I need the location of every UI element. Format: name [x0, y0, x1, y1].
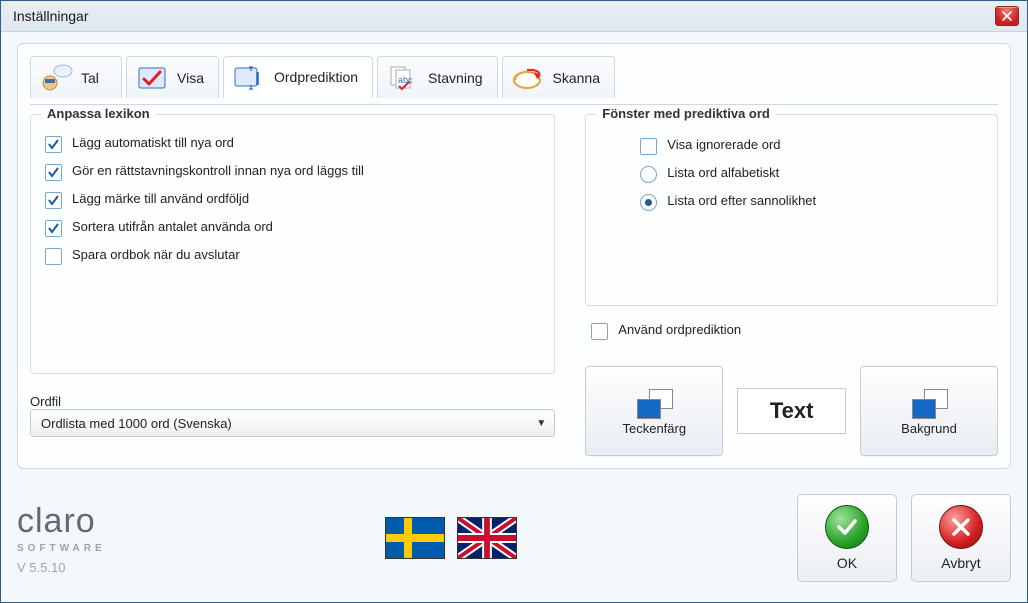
checkbox-icon	[640, 138, 657, 155]
bg-color-label: Bakgrund	[901, 421, 957, 436]
svg-text:abc: abc	[398, 75, 413, 85]
ordfil-dropdown[interactable]: Ordlista med 1000 ord (Svenska) ▼	[30, 409, 555, 437]
color-row: Teckenfärg Text Bakgrund	[585, 366, 998, 456]
tal-icon	[39, 64, 73, 92]
logo-sub: SOFTWARE	[17, 543, 106, 554]
check-save-label: Spara ordbok när du avslutar	[72, 247, 240, 263]
check-use-prediction-label: Använd ordprediktion	[618, 322, 741, 338]
ordfil-label: Ordfil	[30, 394, 555, 409]
titlebar: Inställningar	[1, 1, 1027, 32]
tab-bar: Tal Visa I O	[18, 44, 1010, 98]
tab-ordprediktion[interactable]: I Ordprediktion	[223, 56, 373, 98]
check-notice-word-order[interactable]: Lägg märke till använd ordföljd	[45, 191, 540, 209]
radio-alpha-label: Lista ord alfabetiskt	[667, 165, 779, 181]
text-color-label: Teckenfärg	[622, 421, 686, 436]
radio-icon	[640, 166, 657, 183]
check-spellcheck-label: Gör en rättstavningskontroll innan nya o…	[72, 163, 364, 179]
flag-en[interactable]	[457, 517, 517, 559]
version-label: V 5.5.10	[17, 560, 106, 575]
close-button[interactable]	[995, 6, 1019, 26]
checkbox-icon	[45, 164, 62, 181]
checkbox-icon	[45, 220, 62, 237]
tab-ordprediktion-label: Ordprediktion	[274, 69, 358, 85]
group-anpassa-title: Anpassa lexikon	[41, 106, 156, 121]
tab-visa-label: Visa	[177, 70, 204, 86]
ok-icon	[825, 505, 869, 549]
ok-label: OK	[837, 555, 857, 571]
tab-visa[interactable]: Visa	[126, 56, 219, 98]
group-anpassa-lexikon: Anpassa lexikon Lägg automatiskt till ny…	[30, 114, 555, 374]
check-sort-by-usage[interactable]: Sortera utifrån antalet använda ord	[45, 219, 540, 237]
tab-content: Anpassa lexikon Lägg automatiskt till ny…	[30, 104, 998, 456]
ok-button[interactable]: OK	[797, 494, 897, 582]
ordprediktion-icon: I	[232, 63, 266, 91]
check-auto-add-label: Lägg automatiskt till nya ord	[72, 135, 234, 151]
check-auto-add[interactable]: Lägg automatiskt till nya ord	[45, 135, 540, 153]
stavning-icon: abc	[386, 64, 420, 92]
radio-probability[interactable]: Lista ord efter sannolikhet	[640, 193, 983, 211]
check-show-ignored[interactable]: Visa ignorerade ord	[640, 137, 983, 155]
logo-name: claro	[17, 502, 106, 541]
check-show-ignored-label: Visa ignorerade ord	[667, 137, 780, 153]
left-panel: Anpassa lexikon Lägg automatiskt till ny…	[30, 114, 555, 456]
settings-window: Inställningar Tal	[0, 0, 1028, 603]
right-panel: Fönster med prediktiva ord Visa ignorera…	[585, 114, 998, 456]
close-icon	[1002, 11, 1012, 21]
checkbox-icon	[45, 136, 62, 153]
check-sort-label: Sortera utifrån antalet använda ord	[72, 219, 273, 235]
ordfil-value: Ordlista med 1000 ord (Svenska)	[41, 416, 232, 431]
tab-tal-label: Tal	[81, 70, 99, 86]
radio-icon	[640, 194, 657, 211]
checkbox-icon	[45, 192, 62, 209]
group-fonster-prediktiva: Fönster med prediktiva ord Visa ignorera…	[585, 114, 998, 306]
color-swatch-icon	[637, 389, 671, 417]
svg-text:I: I	[255, 69, 260, 89]
tab-stavning[interactable]: abc Stavning	[377, 56, 497, 98]
color-swatch-icon	[912, 389, 946, 417]
check-use-prediction[interactable]: Använd ordprediktion	[585, 322, 998, 340]
bg-color-button[interactable]: Bakgrund	[860, 366, 998, 456]
text-color-button[interactable]: Teckenfärg	[585, 366, 723, 456]
text-preview: Text	[737, 388, 846, 434]
tab-skanna[interactable]: Skanna	[502, 56, 615, 98]
tab-tal[interactable]: Tal	[30, 56, 122, 98]
radio-probability-label: Lista ord efter sannolikhet	[667, 193, 816, 209]
ordfil-section: Ordfil Ordlista med 1000 ord (Svenska) ▼	[30, 388, 555, 437]
radio-alpha[interactable]: Lista ord alfabetiskt	[640, 165, 983, 183]
check-word-order-label: Lägg märke till använd ordföljd	[72, 191, 249, 207]
footer: claro SOFTWARE V 5.5.10	[17, 486, 1011, 590]
check-spellcheck-before-add[interactable]: Gör en rättstavningskontroll innan nya o…	[45, 163, 540, 181]
tab-skanna-label: Skanna	[553, 70, 600, 86]
cancel-label: Avbryt	[941, 555, 980, 571]
chevron-down-icon: ▼	[536, 418, 546, 429]
main-panel: Tal Visa I O	[17, 43, 1011, 469]
skanna-icon	[511, 64, 545, 92]
visa-icon	[135, 64, 169, 92]
logo: claro SOFTWARE V 5.5.10	[17, 502, 106, 575]
flag-row	[385, 517, 517, 559]
check-save-on-exit[interactable]: Spara ordbok när du avslutar	[45, 247, 540, 265]
action-buttons: OK Avbryt	[797, 494, 1011, 582]
checkbox-icon	[591, 323, 608, 340]
checkbox-icon	[45, 248, 62, 265]
cancel-button[interactable]: Avbryt	[911, 494, 1011, 582]
cancel-icon	[939, 505, 983, 549]
flag-sv[interactable]	[385, 517, 445, 559]
group-fonster-title: Fönster med prediktiva ord	[596, 106, 776, 121]
window-title: Inställningar	[9, 8, 89, 24]
tab-stavning-label: Stavning	[428, 70, 482, 86]
